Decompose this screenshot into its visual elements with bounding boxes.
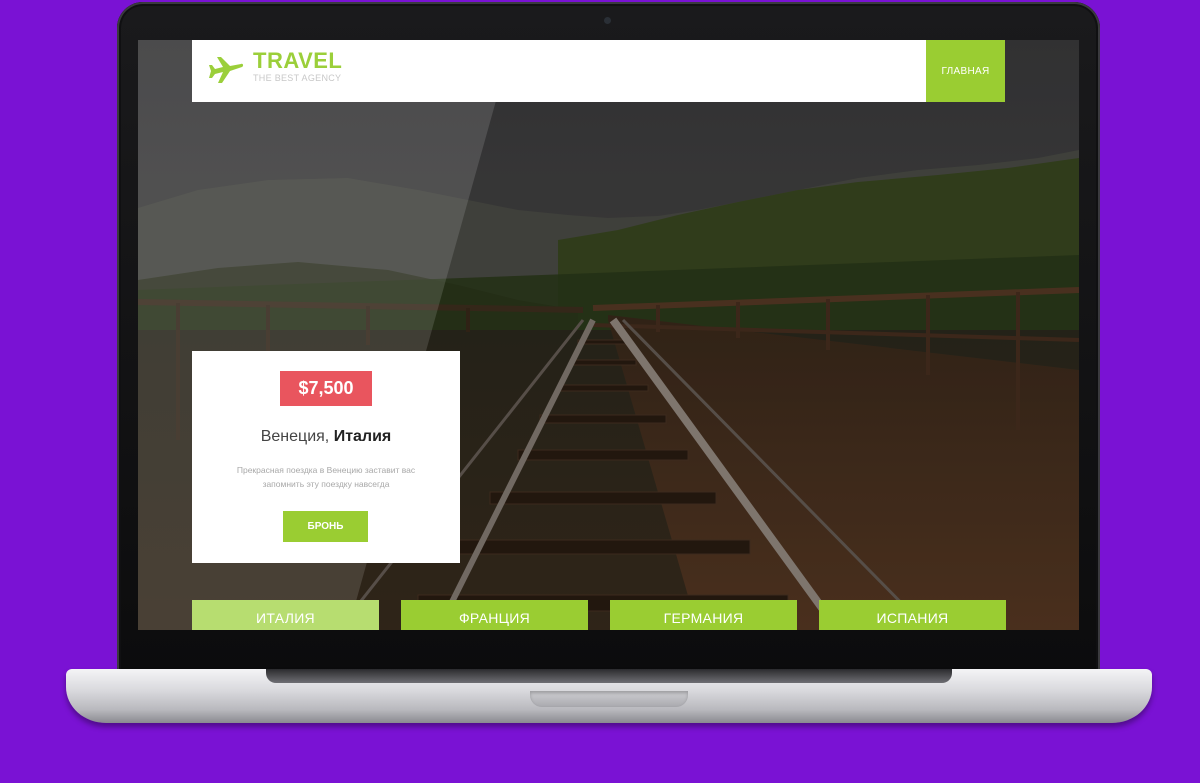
offer-title: Венеция, Италия bbox=[192, 428, 460, 446]
laptop-base bbox=[66, 669, 1152, 723]
offer-card: $7,500 Венеция, Италия Прекрасная поездк… bbox=[192, 351, 460, 563]
airplane-icon bbox=[209, 57, 244, 83]
camera-icon bbox=[604, 17, 611, 24]
offer-description: Прекрасная поездка в Венецию заставит ва… bbox=[236, 465, 416, 489]
laptop-screen: TRAVEL THE BEST AGENCY ГЛАВНАЯ $7,500 Ве… bbox=[138, 40, 1079, 630]
brand-subtitle: THE BEST AGENCY bbox=[253, 73, 342, 83]
nav-home-link[interactable]: ГЛАВНАЯ bbox=[926, 40, 1005, 102]
tab-italy[interactable]: ИТАЛИЯ bbox=[192, 600, 379, 630]
tab-spain[interactable]: ИСПАНИЯ bbox=[819, 600, 1006, 630]
tab-germany[interactable]: ГЕРМАНИЯ bbox=[610, 600, 797, 630]
stage: TRAVEL THE BEST AGENCY ГЛАВНАЯ $7,500 Ве… bbox=[0, 0, 1200, 783]
laptop-hinge bbox=[266, 669, 952, 683]
offer-city: Венеция, bbox=[260, 428, 330, 445]
book-button[interactable]: БРОНЬ bbox=[283, 511, 368, 542]
laptop-notch bbox=[530, 691, 688, 707]
brand-title[interactable]: TRAVEL bbox=[253, 48, 342, 74]
tab-france[interactable]: ФРАНЦИЯ bbox=[401, 600, 588, 630]
site-header: TRAVEL THE BEST AGENCY ГЛАВНАЯ bbox=[192, 40, 1005, 102]
offer-country: Италия bbox=[333, 428, 392, 445]
price-badge: $7,500 bbox=[280, 371, 372, 406]
